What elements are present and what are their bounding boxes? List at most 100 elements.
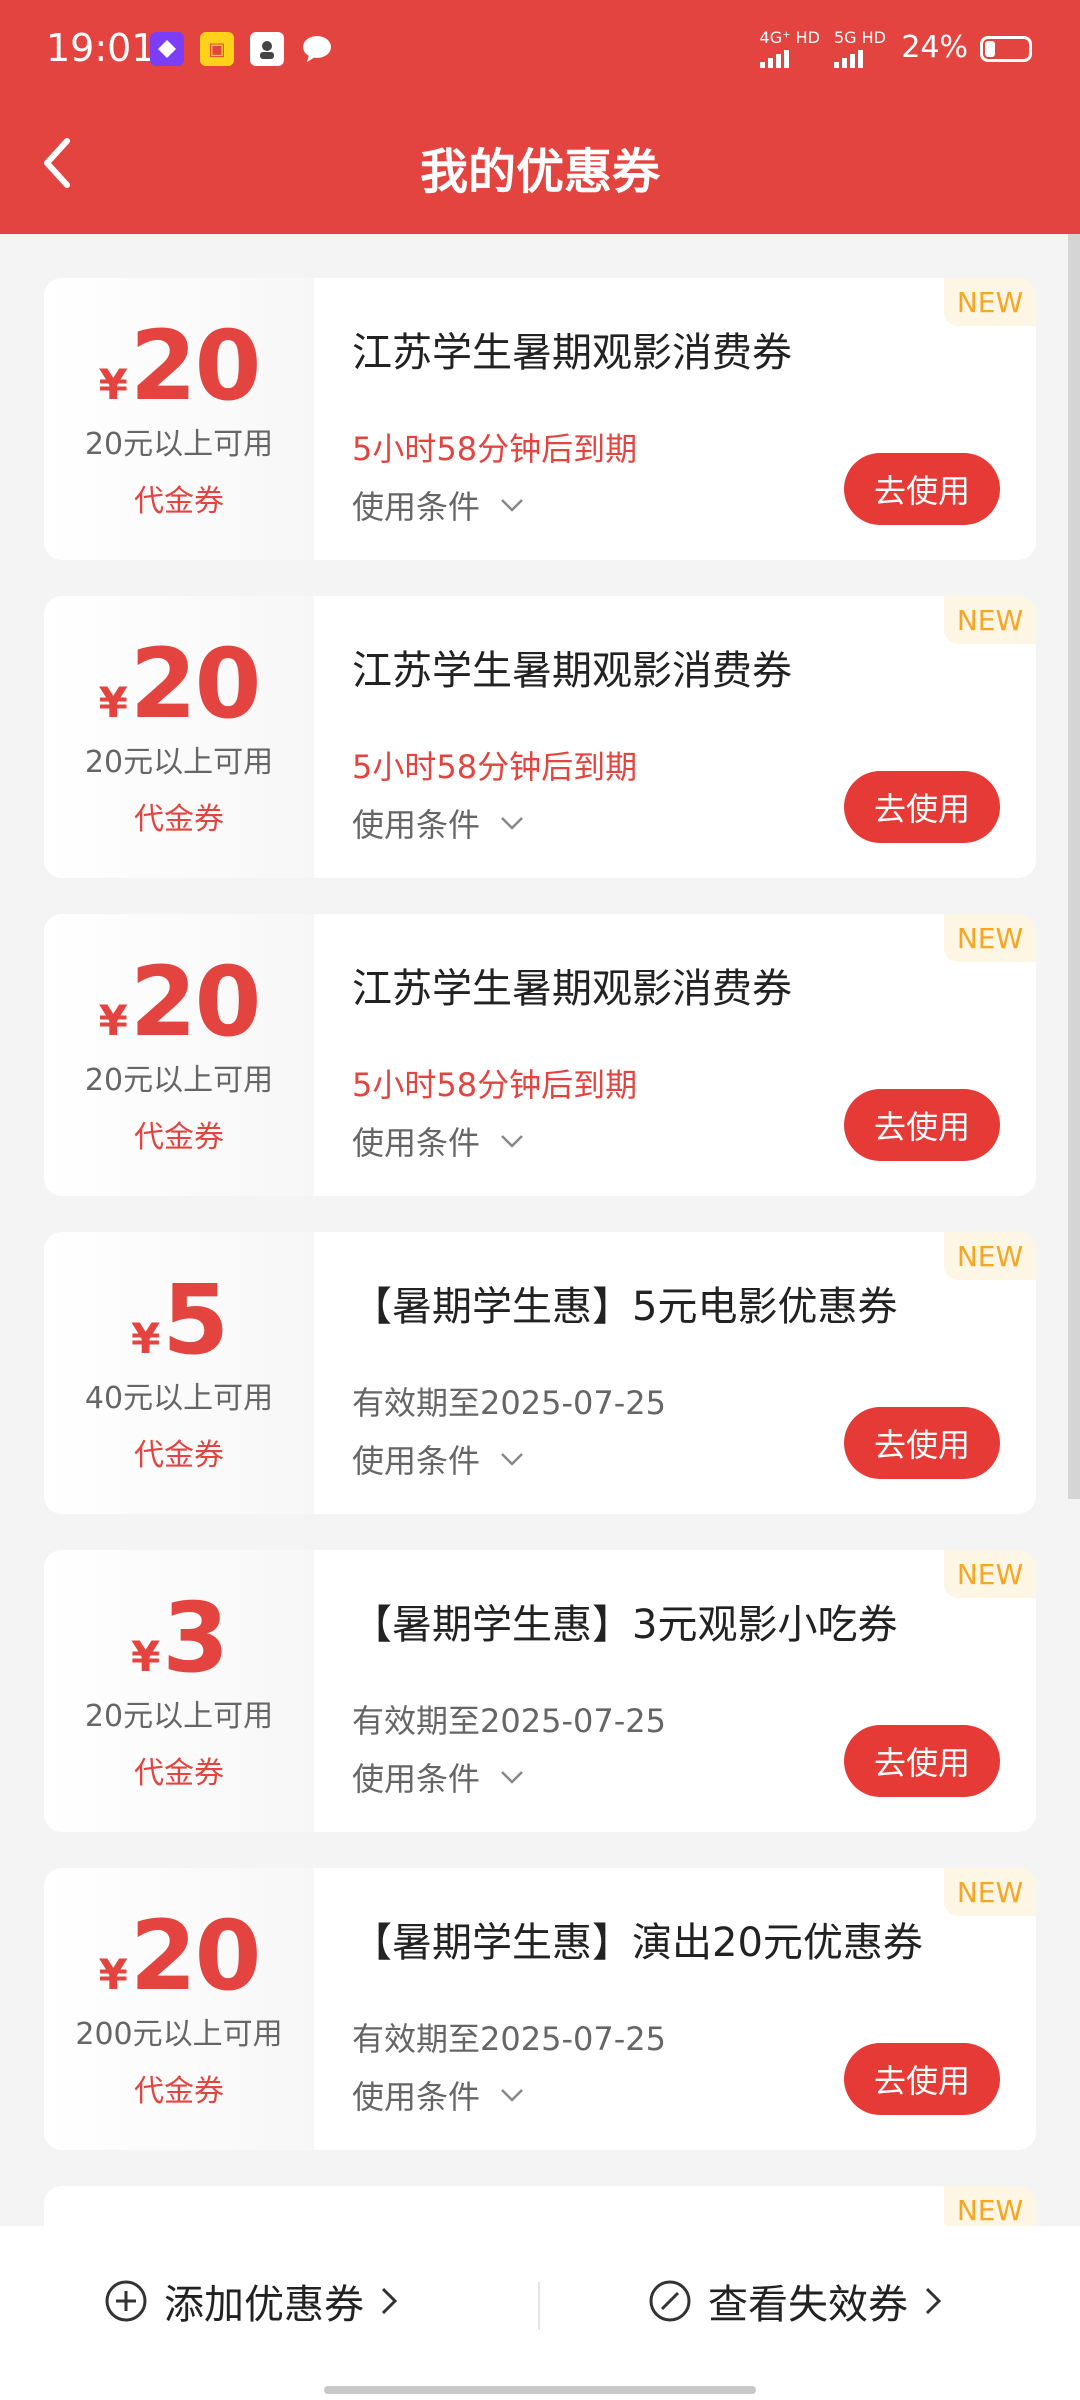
add-coupon-label: 添加优惠券 (164, 2282, 364, 2328)
coupon-card: ¥ 20 20元以上可用 代金券 江苏学生暑期观影消费券 5小时58分钟后到期 … (44, 278, 1036, 560)
coupon-amount: 3 (162, 1582, 229, 1694)
network-1-label: 4G⁺ HD (759, 28, 820, 47)
footer-divider (538, 2282, 540, 2330)
coupon-expiry: 有效期至2025-07-25 (352, 1384, 666, 1422)
coupon-value-panel: ¥ 20 20元以上可用 代金券 (44, 278, 314, 560)
bottom-action-bar: 添加优惠券 查看失效券 (0, 2226, 1080, 2400)
usage-conditions-label: 使用条件 (352, 488, 481, 526)
use-coupon-button[interactable]: 去使用 (844, 1407, 1000, 1479)
coupon-threshold: 200元以上可用 (75, 2017, 283, 2052)
usage-conditions-toggle[interactable]: 使用条件 (352, 1436, 524, 1482)
chevron-down-icon (501, 499, 523, 512)
add-coupon-button[interactable]: 添加优惠券 (104, 2266, 398, 2336)
chevron-down-icon (501, 1771, 523, 1784)
notification-icons: ▣ (150, 32, 334, 66)
amount-row: ¥ 20 (98, 1900, 262, 2012)
coupon-amount: 20 (129, 310, 262, 422)
coupon-amount: 20 (129, 628, 262, 740)
coupon-card: ¥ 3 20元以上可用 代金券 【暑期学生惠】3元观影小吃券 有效期至2025-… (44, 1550, 1036, 1832)
prohibited-icon (649, 2280, 691, 2322)
currency-symbol: ¥ (98, 1950, 128, 1999)
coupon-amount: 20 (129, 946, 262, 1058)
usage-conditions-toggle[interactable]: 使用条件 (352, 2072, 524, 2118)
chevron-down-icon (501, 1453, 523, 1466)
new-badge: NEW (944, 596, 1036, 644)
coupon-amount: 20 (129, 1900, 262, 2012)
use-coupon-button[interactable]: 去使用 (844, 1725, 1000, 1797)
coupon-title: 【暑期学生惠】3元观影小吃券 (352, 1602, 898, 1648)
coupon-title: 【暑期学生惠】5元电影优惠券 (352, 1284, 898, 1330)
coupon-threshold: 20元以上可用 (84, 1063, 274, 1098)
usage-conditions-toggle[interactable]: 使用条件 (352, 482, 524, 528)
amount-row: ¥ 3 (130, 1582, 229, 1694)
use-coupon-button[interactable]: 去使用 (844, 1089, 1000, 1161)
avatar-notification-icon (250, 32, 284, 66)
scrollbar[interactable] (1068, 234, 1080, 1499)
signal-bars-icon (759, 50, 789, 68)
usage-conditions-label: 使用条件 (352, 1124, 481, 1162)
coupon-list: ¥ 20 20元以上可用 代金券 江苏学生暑期观影消费券 5小时58分钟后到期 … (44, 278, 1036, 2246)
new-badge: NEW (944, 1550, 1036, 1598)
coupon-title: 江苏学生暑期观影消费券 (352, 966, 792, 1012)
battery-level (985, 41, 996, 57)
usage-conditions-label: 使用条件 (352, 2078, 481, 2116)
coupon-info-panel: 【暑期学生惠】5元电影优惠券 有效期至2025-07-25 使用条件 去使用 (352, 1232, 1036, 1514)
usage-conditions-label: 使用条件 (352, 806, 481, 844)
coupon-card: ¥ 20 20元以上可用 代金券 江苏学生暑期观影消费券 5小时58分钟后到期 … (44, 596, 1036, 878)
coupon-info-panel: 江苏学生暑期观影消费券 5小时58分钟后到期 使用条件 去使用 (352, 278, 1036, 560)
usage-conditions-toggle[interactable]: 使用条件 (352, 1754, 524, 1800)
currency-symbol: ¥ (130, 1314, 161, 1363)
usage-conditions-toggle[interactable]: 使用条件 (352, 800, 524, 846)
coupon-threshold: 20元以上可用 (84, 745, 274, 780)
usage-conditions-label: 使用条件 (352, 1442, 481, 1480)
amount-row: ¥ 20 (98, 946, 262, 1058)
coupon-type: 代金券 (134, 1120, 224, 1155)
currency-symbol: ¥ (98, 996, 128, 1045)
new-badge: NEW (944, 278, 1036, 326)
chevron-down-icon (501, 817, 523, 830)
coupon-threshold: 40元以上可用 (84, 1381, 274, 1416)
currency-symbol: ¥ (98, 360, 128, 409)
currency-symbol: ¥ (98, 678, 128, 727)
new-badge: NEW (944, 914, 1036, 962)
new-badge: NEW (944, 1232, 1036, 1280)
coupon-type: 代金券 (134, 1756, 224, 1791)
message-icon (300, 32, 334, 66)
coupon-type: 代金券 (134, 802, 224, 837)
coupon-value-panel: ¥ 5 40元以上可用 代金券 (44, 1232, 314, 1514)
use-coupon-button[interactable]: 去使用 (844, 2043, 1000, 2115)
coupon-title: 江苏学生暑期观影消费券 (352, 648, 792, 694)
coupon-expiry: 5小时58分钟后到期 (352, 1066, 638, 1104)
page-title: 我的优惠券 (419, 144, 660, 200)
view-invalid-coupons-button[interactable]: 查看失效券 (648, 2266, 942, 2336)
coupon-value-panel: ¥ 20 200元以上可用 代金券 (44, 1868, 314, 2150)
coupon-card: ¥ 5 40元以上可用 代金券 【暑期学生惠】5元电影优惠券 有效期至2025-… (44, 1232, 1036, 1514)
currency-symbol: ¥ (130, 1632, 161, 1681)
battery-icon (980, 36, 1032, 62)
coupon-title: 江苏学生暑期观影消费券 (352, 330, 792, 376)
chevron-down-icon (501, 1135, 523, 1148)
use-coupon-button[interactable]: 去使用 (844, 771, 1000, 843)
chevron-right-icon (381, 2287, 398, 2315)
battery-percent: 24% (901, 30, 968, 65)
coupon-expiry: 有效期至2025-07-25 (352, 1702, 666, 1740)
chevron-right-icon (925, 2287, 942, 2315)
coupon-type: 代金券 (134, 1438, 224, 1473)
add-circle-icon (105, 2280, 147, 2322)
amount-row: ¥ 20 (98, 628, 262, 740)
coupon-value-panel: ¥ 20 20元以上可用 代金券 (44, 914, 314, 1196)
coupon-value-panel: ¥ 3 20元以上可用 代金券 (44, 1550, 314, 1832)
use-coupon-button[interactable]: 去使用 (844, 453, 1000, 525)
new-badge: NEW (944, 1868, 1036, 1916)
network-indicators: 4G⁺ HD 5G HD (759, 28, 886, 68)
home-indicator[interactable] (324, 2386, 756, 2394)
signal-bars-icon (833, 50, 863, 68)
coupon-expiry: 5小时58分钟后到期 (352, 748, 638, 786)
view-invalid-coupons-label: 查看失效券 (708, 2282, 908, 2328)
network-2-label: 5G HD (833, 28, 886, 47)
coupon-type: 代金券 (134, 2074, 224, 2109)
usage-conditions-toggle[interactable]: 使用条件 (352, 1118, 524, 1164)
coupon-type: 代金券 (134, 484, 224, 519)
coupon-card: ¥ 20 200元以上可用 代金券 【暑期学生惠】演出20元优惠券 有效期至20… (44, 1868, 1036, 2150)
coupon-info-panel: 【暑期学生惠】3元观影小吃券 有效期至2025-07-25 使用条件 去使用 (352, 1550, 1036, 1832)
